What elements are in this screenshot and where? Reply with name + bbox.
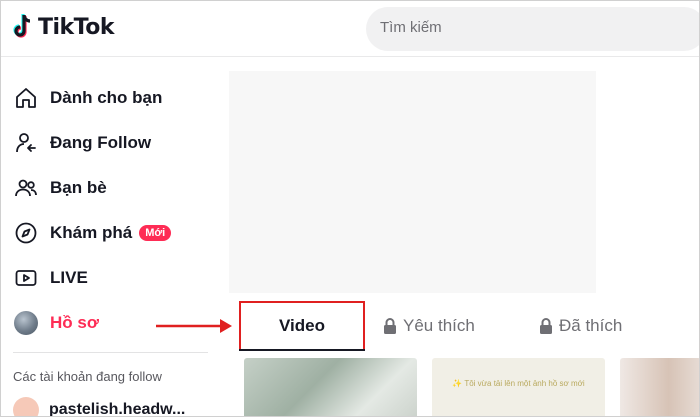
lock-icon xyxy=(540,318,552,334)
search-input[interactable]: Tìm kiếm xyxy=(380,19,442,36)
following-account-item[interactable]: pastelish.headw... xyxy=(13,397,186,417)
sidebar-item-friends[interactable]: Bạn bè xyxy=(13,173,107,203)
thumbnail-caption: ✨ Tôi vừa tải lên một ảnh hồ sơ mới xyxy=(452,379,585,388)
profile-tabs: Video Yêu thích Đã thích xyxy=(239,301,699,351)
following-accounts-title: Các tài khoản đang follow xyxy=(13,369,162,384)
sidebar-item-label: Hồ sơ xyxy=(50,313,99,332)
arrow-annotation xyxy=(156,319,232,333)
lock-icon xyxy=(384,318,396,334)
sidebar-item-profile[interactable]: Hồ sơ xyxy=(13,308,99,338)
sidebar-item-for-you[interactable]: Dành cho bạn xyxy=(13,83,162,113)
compass-icon xyxy=(13,220,39,246)
following-icon xyxy=(13,130,39,156)
search-bar[interactable]: Tìm kiếm xyxy=(366,7,699,51)
friends-icon xyxy=(13,175,39,201)
sidebar-item-label: Đang Follow xyxy=(50,133,152,152)
account-name: pastelish.headw... xyxy=(49,401,186,417)
tab-liked[interactable]: Đã thích xyxy=(539,301,622,351)
new-badge: Mới xyxy=(139,225,172,241)
sidebar-item-label: Khám phá xyxy=(50,223,133,242)
sidebar-item-label: Dành cho bạn xyxy=(50,88,163,107)
tab-video[interactable]: Video xyxy=(239,301,365,351)
sidebar-item-label: LIVE xyxy=(50,268,88,287)
sidebar-item-following[interactable]: Đang Follow xyxy=(13,128,151,158)
profile-avatar xyxy=(14,311,38,335)
live-icon xyxy=(13,265,39,291)
avatar xyxy=(13,310,39,336)
tab-label: Đã thích xyxy=(559,316,623,335)
tiktok-logo[interactable]: TikTok xyxy=(13,13,115,41)
logo-text: TikTok xyxy=(38,14,115,40)
video-thumbnail[interactable]: ✨ Tôi vừa tải lên một ảnh hồ sơ mới xyxy=(432,358,605,416)
tab-favorites[interactable]: Yêu thích xyxy=(383,301,475,351)
tiktok-logo-icon xyxy=(13,14,31,38)
tiktok-window: TikTok Tìm kiếm Dành cho bạn Đang Follow… xyxy=(0,0,700,417)
profile-header-placeholder xyxy=(229,71,596,293)
video-thumbnail[interactable] xyxy=(244,358,417,416)
tab-selected-underline xyxy=(239,349,365,351)
top-bar: TikTok Tìm kiếm xyxy=(1,1,699,57)
video-thumbnail[interactable] xyxy=(620,358,699,416)
sidebar-divider xyxy=(13,352,208,353)
sidebar-item-label: Bạn bè xyxy=(50,178,107,197)
account-avatar xyxy=(13,397,39,416)
sidebar-item-live[interactable]: LIVE xyxy=(13,263,88,293)
sidebar: Dành cho bạn Đang Follow Bạn bè Khám phá… xyxy=(1,57,216,417)
tab-label: Yêu thích xyxy=(403,316,475,335)
tab-label: Video xyxy=(279,316,325,335)
sidebar-item-explore[interactable]: Khám phá Mới xyxy=(13,218,172,248)
home-icon xyxy=(13,85,39,111)
